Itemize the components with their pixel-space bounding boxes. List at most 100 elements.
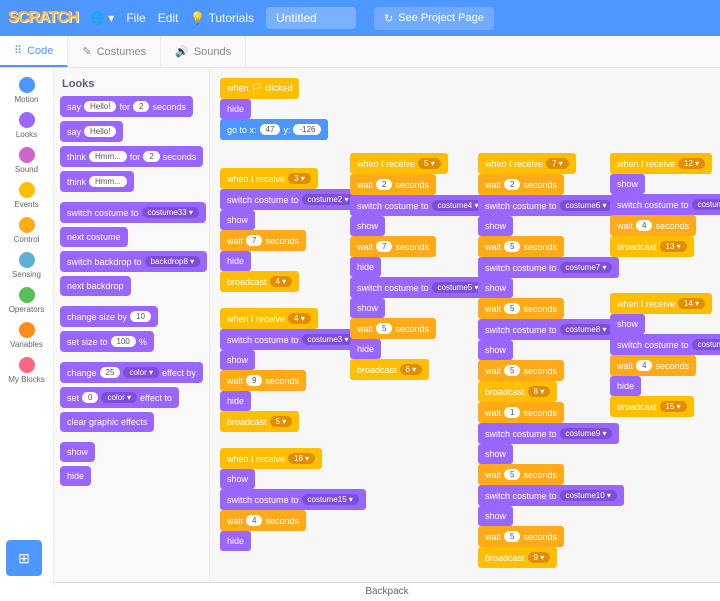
block[interactable]: hide [350,339,381,359]
block[interactable]: wait 5 seconds [478,236,564,257]
block[interactable]: hide [350,257,381,277]
block[interactable]: broadcast 4 ▾ [220,271,299,292]
globe-icon[interactable]: 🌐 ▾ [90,11,114,25]
block[interactable]: change size by 10 [60,306,158,327]
block[interactable]: show [220,210,255,230]
block[interactable]: switch costume to costume10 ▾ [478,485,624,506]
block[interactable]: switch costume to costume5 ▾ [350,277,491,298]
block[interactable]: show [478,340,513,360]
script-stack[interactable]: when I receive 7 ▾ wait 2 seconds switch… [478,153,624,568]
block[interactable]: switch costume to costume3 ▾ [220,329,361,350]
block[interactable]: hide [220,99,251,119]
block[interactable]: when I receive 18 ▾ [220,448,322,469]
block[interactable]: when I receive 14 ▾ [610,293,712,314]
block[interactable]: switch costume to costume15 ▾ [220,489,366,510]
block[interactable]: show [350,298,385,318]
block[interactable]: broadcast 15 ▾ [610,396,694,417]
category-control[interactable]: Control [0,214,53,247]
block[interactable]: hide [220,251,251,271]
category-operators[interactable]: Operators [0,284,53,317]
block[interactable]: show [478,216,513,236]
block[interactable]: when I receive 5 ▾ [350,153,448,174]
block[interactable]: switch costume to costume7 ▾ [478,257,619,278]
category-motion[interactable]: Motion [0,74,53,107]
script-stack[interactable]: when I receive 18 ▾ show switch costume … [220,448,366,551]
script-stack[interactable]: when I receive 4 ▾ switch costume to cos… [220,308,361,432]
script-stack[interactable]: when I receive 14 ▾ show switch costume … [610,293,720,417]
block[interactable]: show [350,216,385,236]
block[interactable]: next costume [60,227,128,247]
block[interactable]: switch costume to costume8 ▾ [478,319,619,340]
block[interactable]: broadcast 8 ▾ [478,381,557,402]
block[interactable]: when I receive 4 ▾ [220,308,318,329]
block[interactable]: switch costume to costume9 ▾ [478,423,619,444]
block[interactable]: hide [220,531,251,551]
project-title-input[interactable] [266,7,356,29]
block[interactable]: say Hello! [60,121,123,142]
script-stack[interactable]: when 🏳 clicked hide go to x: 47 y: -126 [220,78,328,140]
block[interactable]: wait 2 seconds [350,174,436,195]
block[interactable]: wait 5 seconds [478,464,564,485]
block[interactable]: switch backdrop to backdrop8 ▾ [60,251,207,272]
block[interactable]: show [220,469,255,489]
block[interactable]: hide [60,466,91,486]
block[interactable]: when 🏳 clicked [220,78,299,99]
menu-file[interactable]: File [126,11,145,25]
category-sound[interactable]: Sound [0,144,53,177]
block[interactable]: hide [220,391,251,411]
tab-code[interactable]: ⠿Code [0,36,68,67]
block[interactable]: set 0 color ▾ effect to [60,387,179,408]
block-palette[interactable]: Looks say Hello! for 2 secondssay Hello!… [54,68,210,588]
block[interactable]: show [478,278,513,298]
script-stack[interactable]: when I receive 12 ▾ show switch costume … [610,153,720,257]
block[interactable]: show [220,350,255,370]
block[interactable]: hide [610,376,641,396]
block[interactable]: show [60,442,95,462]
block[interactable]: broadcast 13 ▾ [610,236,694,257]
block[interactable]: clear graphic effects [60,412,154,432]
block[interactable]: switch costume to costume [610,334,720,355]
block[interactable]: switch costume to costume [610,194,720,215]
block[interactable]: wait 4 seconds [610,355,696,376]
tab-costumes[interactable]: ✎Costumes [68,36,161,67]
block[interactable]: set size to 100 % [60,331,154,352]
block[interactable]: wait 7 seconds [350,236,436,257]
block[interactable]: say Hello! for 2 seconds [60,96,193,117]
block[interactable]: next backdrop [60,276,131,296]
block[interactable]: broadcast 5 ▾ [220,411,299,432]
block[interactable]: wait 5 seconds [478,526,564,547]
menu-edit[interactable]: Edit [158,11,179,25]
block[interactable]: wait 4 seconds [220,510,306,531]
block[interactable]: switch costume to costume6 ▾ [478,195,619,216]
block[interactable]: show [478,506,513,526]
block[interactable]: switch costume to costume2 ▾ [220,189,361,210]
block[interactable]: when I receive 3 ▾ [220,168,318,189]
block[interactable]: when I receive 7 ▾ [478,153,576,174]
tab-sounds[interactable]: 🔊Sounds [161,36,246,67]
block[interactable]: wait 5 seconds [350,318,436,339]
block[interactable]: show [610,314,645,334]
block[interactable]: wait 5 seconds [478,360,564,381]
block[interactable]: wait 7 seconds [220,230,306,251]
menu-tutorials[interactable]: 💡 Tutorials [190,11,254,25]
block[interactable]: switch costume to costume33 ▾ [60,202,206,223]
block[interactable]: go to x: 47 y: -126 [220,119,328,140]
category-looks[interactable]: Looks [0,109,53,142]
block[interactable]: when I receive 12 ▾ [610,153,712,174]
see-project-page-button[interactable]: ↻ See Project Page [374,7,494,30]
block[interactable]: show [478,444,513,464]
block[interactable]: wait 1 seconds [478,402,564,423]
script-stack[interactable]: when I receive 5 ▾ wait 2 seconds switch… [350,153,491,380]
block[interactable]: wait 9 seconds [220,370,306,391]
block[interactable]: wait 4 seconds [610,215,696,236]
block[interactable]: show [610,174,645,194]
category-variables[interactable]: Variables [0,319,53,352]
category-events[interactable]: Events [0,179,53,212]
block[interactable]: wait 5 seconds [478,298,564,319]
category-sensing[interactable]: Sensing [0,249,53,282]
scratch-logo[interactable]: SCRATCH [8,9,78,27]
category-my blocks[interactable]: My Blocks [0,354,53,387]
block[interactable]: broadcast 6 ▾ [350,359,429,380]
add-extension-button[interactable]: ⊞ [6,540,42,576]
block[interactable]: think Hmm... [60,171,134,192]
